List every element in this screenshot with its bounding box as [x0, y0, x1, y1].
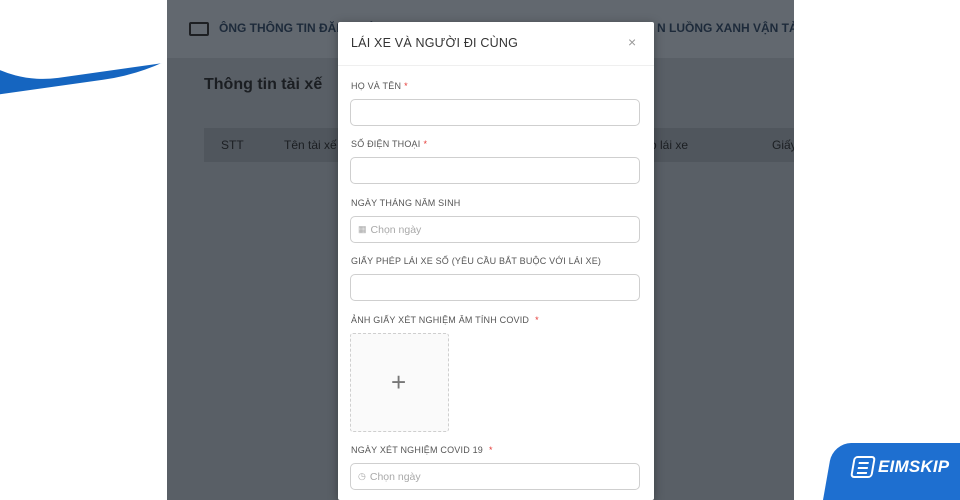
license-input[interactable] [350, 274, 640, 301]
covid-date-placeholder: Chọn ngày [369, 470, 421, 483]
plus-icon: + [391, 367, 407, 397]
table-header-paper: Giấy [772, 138, 794, 152]
required-mark: * [423, 139, 428, 149]
table-header-driver-name: Tên tài xế [284, 138, 337, 152]
modal-title: LÁI XE VÀ NGƯỜI ĐI CÙNG [351, 36, 518, 50]
brand-name: EIMSKIP [878, 457, 950, 476]
covid-date-picker[interactable]: ◷ Chọn ngày [350, 463, 640, 490]
license-label: GIẤY PHÉP LÁI XE SỐ (YÊU CẦU BẮT BUỘC VỚ… [351, 256, 602, 266]
driver-modal: LÁI XE VÀ NGƯỜI ĐI CÙNG × HỌ VÀ TÊN * SỐ … [338, 22, 654, 500]
phone-input[interactable] [350, 157, 640, 184]
menu-icon[interactable] [189, 22, 209, 36]
covid-image-label: ẢNH GIẤY XÉT NGHIỆM ÂM TÍNH COVID * [351, 315, 539, 325]
dob-date-picker[interactable]: ▦ Chọn ngày [350, 216, 640, 243]
table-header-stt: STT [221, 138, 244, 152]
full-name-label: HỌ VÀ TÊN * [351, 81, 408, 91]
close-icon[interactable]: × [628, 34, 636, 50]
modal-divider [338, 65, 654, 66]
dob-label: NGÀY THÁNG NĂM SINH [351, 198, 461, 208]
nav-item-green-lane[interactable]: N LUỒNG XANH VẬN TẢI TOÀN [657, 21, 794, 35]
brand-logo: EIMSKIP [850, 456, 950, 478]
phone-label: SỐ ĐIỆN THOẠI * [351, 139, 428, 149]
full-name-input[interactable] [350, 99, 640, 126]
covid-date-label: NGÀY XÉT NGHIỆM COVID 19 * [351, 445, 493, 455]
table-header-license: o lái xe [650, 138, 689, 152]
screenshot-stage: ÔNG THÔNG TIN ĐĂNG KÝ N LUỒNG XANH VẬN T… [0, 0, 960, 500]
covid-image-upload[interactable]: + [350, 333, 449, 432]
dob-placeholder: Chọn ngày [370, 223, 422, 236]
section-title: Thông tin tài xế [204, 76, 323, 93]
calendar-icon: ▦ [358, 224, 367, 234]
required-mark: * [404, 81, 408, 91]
required-mark: * [489, 445, 493, 455]
eimskip-logo-icon [850, 456, 876, 478]
clock-icon: ◷ [358, 471, 366, 481]
required-mark: * [535, 315, 539, 325]
